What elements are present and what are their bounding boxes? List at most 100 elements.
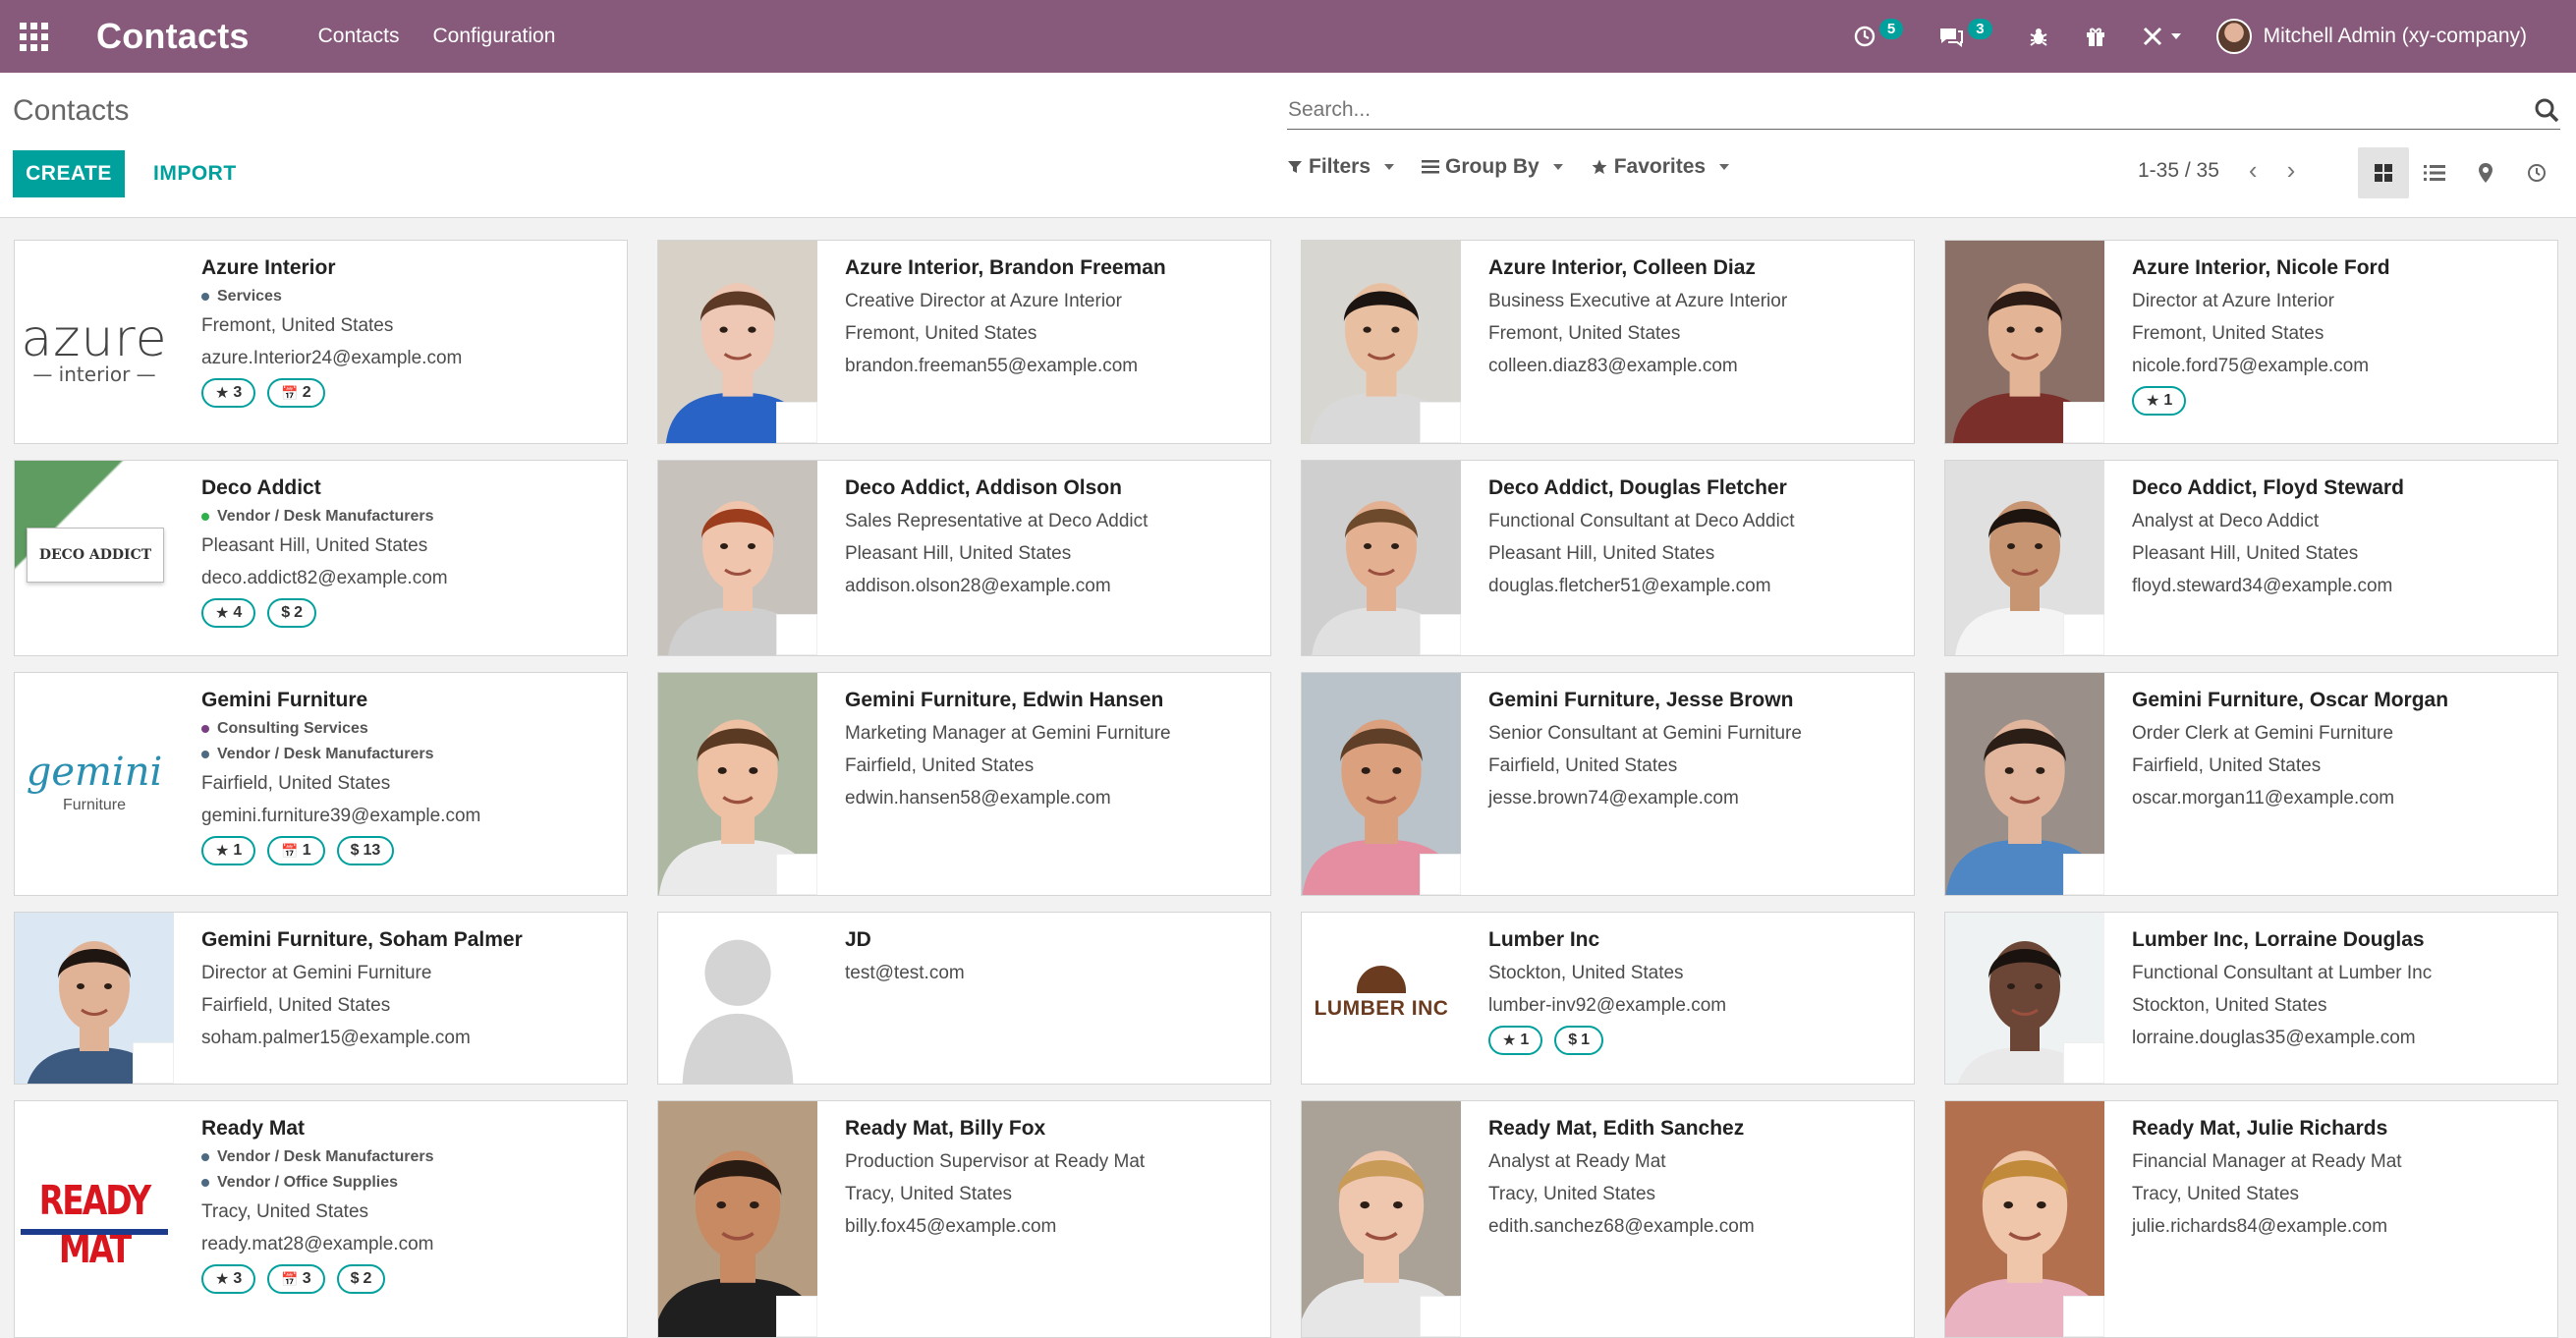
kanban-card[interactable]: Ready Mat, Edith Sanchez Analyst at Ready… xyxy=(1301,1100,1915,1338)
stat-chip[interactable]: ★ 3 xyxy=(201,1264,256,1294)
contact-detail: Functional Consultant at Lumber Inc xyxy=(2132,963,2433,983)
contact-name: Azure Interior, Colleen Diaz xyxy=(1488,256,1756,279)
dollar-icon: $ xyxy=(1568,1031,1578,1048)
kanban-card[interactable]: Deco Addict, Douglas Fletcher Functional … xyxy=(1301,460,1915,656)
contact-detail: Fairfield, United States xyxy=(845,755,1035,776)
favorites-dropdown[interactable]: Favorites xyxy=(1591,155,1730,179)
logo-text: azure xyxy=(21,309,168,368)
activity-menu[interactable]: 5 xyxy=(1854,18,1904,47)
calendar-icon: 📅 xyxy=(281,1270,299,1287)
import-button[interactable]: IMPORT xyxy=(147,150,243,197)
stat-chip[interactable]: ★ 4 xyxy=(201,598,256,628)
kanban-card[interactable]: Deco Addict, Floyd Steward Analyst at Dec… xyxy=(1944,460,2558,656)
contact-detail: Fairfield, United States xyxy=(201,995,391,1016)
kanban-card[interactable]: azure — interior — Azure Interior Services F… xyxy=(14,240,628,444)
category-tag: Vendor / Office Supplies xyxy=(201,1170,617,1196)
chevron-down-icon xyxy=(2170,33,2181,39)
stat-chip[interactable]: 📅 2 xyxy=(267,378,325,408)
contact-detail: julie.richards84@example.com xyxy=(2132,1216,2388,1237)
stat-count: 1 xyxy=(2163,392,2173,409)
contact-detail: gemini.furniture39@example.com xyxy=(201,806,481,826)
list-view-button[interactable] xyxy=(2409,147,2460,198)
company-mini-logo xyxy=(1420,402,1461,443)
user-name: Mitchell Admin (xy-company) xyxy=(2263,25,2527,47)
search-icon[interactable] xyxy=(2533,96,2560,124)
kanban-card[interactable]: Lumber Inc, Lorraine Douglas Functional C… xyxy=(1944,912,2558,1085)
search-input[interactable] xyxy=(1287,92,2505,128)
kanban-card[interactable]: Gemini Furniture, Soham Palmer Director a… xyxy=(14,912,628,1085)
kanban-view-button[interactable] xyxy=(2358,147,2409,198)
stat-chip[interactable]: ★ 1 xyxy=(201,836,256,865)
stat-chip[interactable]: $2 xyxy=(267,598,317,628)
company-mini-logo xyxy=(2063,402,2104,443)
map-view-button[interactable] xyxy=(2460,147,2511,198)
chevron-right-icon[interactable]: › xyxy=(2287,155,2296,186)
gift-menu[interactable] xyxy=(2085,26,2106,47)
card-image xyxy=(658,241,817,443)
contact-detail: Pleasant Hill, United States xyxy=(1488,543,1715,564)
stat-chip[interactable]: 📅 3 xyxy=(267,1264,325,1294)
pager-value[interactable]: 1-35 / 35 xyxy=(2138,159,2219,183)
contact-name: Gemini Furniture, Soham Palmer xyxy=(201,928,523,951)
user-menu[interactable]: Mitchell Admin (xy-company) xyxy=(2215,19,2527,54)
kanban-card[interactable]: JD test@test.com xyxy=(657,912,1271,1085)
contact-name: Ready Mat, Julie Richards xyxy=(2132,1117,2388,1140)
kanban-card[interactable]: DECO ADDICT Deco Addict Vendor / Desk Manu… xyxy=(14,460,628,656)
card-body: Gemini Furniture, Jesse Brown Senior Cons… xyxy=(1488,673,1904,814)
kanban-card[interactable]: READY MAT Ready Mat Vendor / Desk Manufact… xyxy=(14,1100,628,1338)
tag-label: Vendor / Desk Manufacturers xyxy=(217,1148,434,1165)
contact-detail: Tracy, United States xyxy=(845,1184,1013,1204)
menu-contacts[interactable]: Contacts xyxy=(318,25,400,48)
chevron-left-icon[interactable]: ‹ xyxy=(2249,155,2258,186)
contact-detail: ready.mat28@example.com xyxy=(201,1234,434,1254)
stat-chip[interactable]: $13 xyxy=(336,836,395,865)
kanban-card[interactable]: Gemini Furniture, Jesse Brown Senior Cons… xyxy=(1301,672,1915,896)
stat-chip[interactable]: $2 xyxy=(336,1264,386,1294)
company-mini-logo xyxy=(1420,854,1461,895)
card-image: READY MAT xyxy=(15,1101,174,1337)
kanban-card[interactable]: Ready Mat, Julie Richards Financial Manag… xyxy=(1944,1100,2558,1338)
kanban-card[interactable]: gemini Furniture Gemini Furniture Consultin… xyxy=(14,672,628,896)
kanban-card[interactable]: Azure Interior, Colleen Diaz Business Exe… xyxy=(1301,240,1915,444)
kanban-card[interactable]: LUMBER INC Lumber Inc Stockton, United Sta… xyxy=(1301,912,1915,1085)
contact-detail: edwin.hansen58@example.com xyxy=(845,788,1111,808)
stat-chip[interactable]: ★ 3 xyxy=(201,378,256,408)
stat-chip[interactable]: ★ 1 xyxy=(2132,386,2187,416)
contact-detail: Financial Manager at Ready Mat xyxy=(2132,1151,2402,1172)
avatar xyxy=(2215,19,2252,54)
stat-chip[interactable]: $1 xyxy=(1554,1026,1604,1055)
kanban-card[interactable]: Deco Addict, Addison Olson Sales Represen… xyxy=(657,460,1271,656)
messaging-menu[interactable]: 3 xyxy=(1938,18,1992,47)
filters-dropdown[interactable]: Filters xyxy=(1287,155,1395,179)
card-body: Azure Interior, Brandon Freeman Creative … xyxy=(845,241,1260,382)
contact-detail: soham.palmer15@example.com xyxy=(201,1028,471,1048)
contact-name: Gemini Furniture, Edwin Hansen xyxy=(845,689,1164,711)
kanban-card[interactable]: Gemini Furniture, Edwin Hansen Marketing … xyxy=(657,672,1271,896)
stat-chip[interactable]: ★ 1 xyxy=(1488,1026,1543,1055)
stat-chip[interactable]: 📅 1 xyxy=(267,836,325,865)
contact-name: Ready Mat, Edith Sanchez xyxy=(1488,1117,1745,1140)
card-image xyxy=(658,461,817,655)
contact-detail: azure.Interior24@example.com xyxy=(201,348,463,368)
card-image xyxy=(1302,461,1461,655)
bug-icon xyxy=(2029,28,2047,46)
activity-view-button[interactable] xyxy=(2511,147,2562,198)
tools-menu[interactable] xyxy=(2142,26,2181,47)
category-tag: Vendor / Desk Manufacturers xyxy=(201,504,617,530)
star-icon: ★ xyxy=(1502,1032,1517,1049)
tag-list: Vendor / Desk Manufacturers Vendor / Offi… xyxy=(201,1144,617,1196)
contact-detail: Creative Director at Azure Interior xyxy=(845,291,1122,311)
favorites-label: Favorites xyxy=(1613,155,1707,178)
logo-underline xyxy=(21,1229,168,1235)
kanban-card[interactable]: Azure Interior, Brandon Freeman Creative … xyxy=(657,240,1271,444)
contact-detail: floyd.steward34@example.com xyxy=(2132,576,2393,596)
card-body: Gemini Furniture, Oscar Morgan Order Cler… xyxy=(2132,673,2548,814)
create-button[interactable]: CREATE xyxy=(13,150,125,197)
kanban-card[interactable]: Gemini Furniture, Oscar Morgan Order Cler… xyxy=(1944,672,2558,896)
kanban-card[interactable]: Azure Interior, Nicole Ford Director at A… xyxy=(1944,240,2558,444)
menu-configuration[interactable]: Configuration xyxy=(433,25,556,48)
groupby-dropdown[interactable]: Group By xyxy=(1422,155,1563,179)
debug-menu[interactable] xyxy=(2028,26,2049,47)
kanban-card[interactable]: Ready Mat, Billy Fox Production Superviso… xyxy=(657,1100,1271,1338)
apps-menu-button[interactable] xyxy=(6,9,61,64)
